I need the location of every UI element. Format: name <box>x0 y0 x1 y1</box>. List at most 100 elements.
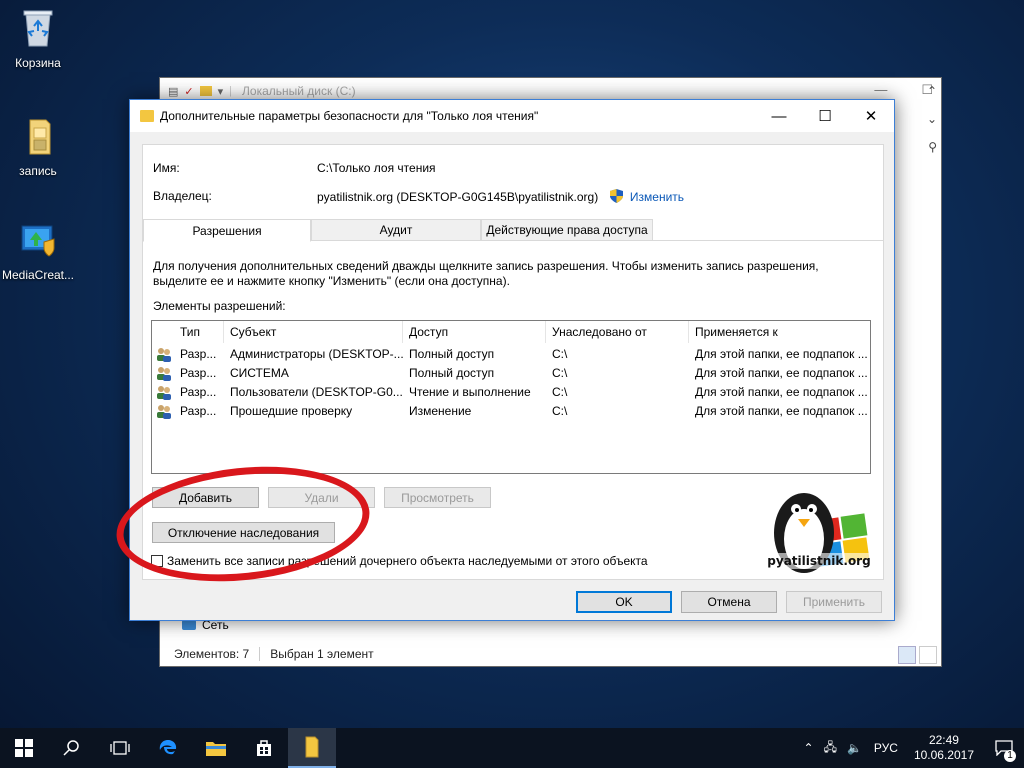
chevron-down-icon[interactable]: ⌄ <box>927 112 937 126</box>
cell-type: Разр... <box>180 347 217 361</box>
name-value: C:\Только лоя чтения <box>317 161 436 175</box>
explorer-window-controls: — ☐ <box>874 82 933 98</box>
table-row[interactable]: Разр... Пользователи (DESKTOP-G0... Чтение… <box>152 383 870 402</box>
status-item-count: Элементов: 7 <box>174 647 250 661</box>
network-icon <box>182 620 196 630</box>
taskbar-file-explorer[interactable] <box>192 728 240 768</box>
desktop-icon-zapis[interactable]: запись <box>0 114 76 178</box>
desktop-icon-recycle-bin[interactable]: Корзина <box>0 6 76 70</box>
tab-permissions[interactable]: Разрешения <box>143 219 311 242</box>
maximize-button[interactable]: ☐ <box>802 100 848 132</box>
owner-value-wrap: pyatilistnik.org (DESKTOP-G0G145B\pyatil… <box>317 189 684 204</box>
volume-icon[interactable]: 🔈 <box>847 741 862 755</box>
users-group-icon <box>156 385 172 400</box>
explorer-title: Локальный диск (C:) <box>242 84 356 98</box>
cell-subject: Администраторы (DESKTOP-... <box>230 347 403 361</box>
table-row[interactable]: Разр... Администраторы (DESKTOP-... Полный… <box>152 345 870 364</box>
cell-inherited-from: C:\ <box>552 347 568 361</box>
cell-type: Разр... <box>180 366 217 380</box>
users-group-icon <box>156 347 172 362</box>
cell-access: Полный доступ <box>409 347 495 361</box>
ok-button[interactable]: OK <box>576 591 672 613</box>
table-row[interactable]: Разр... СИСТЕМА Полный доступ C:\ Для этой п… <box>152 364 870 383</box>
checkmark-icon[interactable]: ✓ <box>184 85 193 98</box>
start-button[interactable] <box>0 728 48 768</box>
search-icon[interactable]: ⚲ <box>928 140 937 154</box>
view-button[interactable]: Просмотреть <box>384 487 491 508</box>
tab-strip: Разрешения Аудит Действующие права досту… <box>143 219 883 242</box>
details-view-icon[interactable] <box>898 646 916 664</box>
folder-icon <box>16 114 60 158</box>
owner-value: pyatilistnik.org (DESKTOP-G0G145B\pyatil… <box>317 190 599 204</box>
cell-applies-to: Для этой папки, ее подпапок ... <box>695 347 868 361</box>
taskbar-edge[interactable] <box>144 728 192 768</box>
clock[interactable]: 22:49 10.06.2017 <box>914 733 974 763</box>
owner-change-link[interactable]: Изменить <box>630 190 684 204</box>
chevron-down-icon[interactable]: ▾ <box>218 85 224 98</box>
cell-inherited-from: C:\ <box>552 366 568 380</box>
language-indicator[interactable]: РУС <box>874 741 898 755</box>
desktop-icon-label: запись <box>19 164 57 178</box>
cell-access: Изменение <box>409 404 472 418</box>
permission-entries-label: Элементы разрешений: <box>153 299 286 313</box>
chevron-up-icon[interactable]: ⌃ <box>804 741 814 755</box>
logo-text: pyatilistnik.org <box>767 554 871 568</box>
apply-button[interactable]: Применить <box>786 591 882 613</box>
store-icon <box>257 740 271 756</box>
taskbar-active-folder[interactable] <box>288 728 336 768</box>
new-folder-icon[interactable] <box>199 86 212 96</box>
quick-access-toolbar: ▤ ✓ ▾ | <box>168 85 233 98</box>
notification-count-badge: 1 <box>1004 750 1016 762</box>
clock-date: 10.06.2017 <box>913 748 974 762</box>
users-group-icon <box>156 366 172 381</box>
clock-time: 22:49 <box>928 733 959 747</box>
cell-inherited-from: C:\ <box>552 385 568 399</box>
search-button[interactable] <box>48 728 96 768</box>
system-tray: ⌃ 🖧 🔈 РУС 22:49 10.06.2017 1 <box>798 728 1024 768</box>
cell-type: Разр... <box>180 404 217 418</box>
desktop-icon-label: Корзина <box>15 56 61 70</box>
cell-type: Разр... <box>180 385 217 399</box>
column-header-applies-to[interactable]: Применяется к <box>689 321 870 343</box>
permission-entries-table[interactable]: Тип Субъект Доступ Унаследовано от Приме… <box>151 320 871 474</box>
taskbar: ⌃ 🖧 🔈 РУС 22:49 10.06.2017 1 <box>0 728 1024 768</box>
pyatilistnik-logo: pyatilistnik.org <box>766 475 872 585</box>
media-creation-tool-icon <box>16 218 60 262</box>
recycle-bin-icon <box>16 6 60 50</box>
cancel-button[interactable]: Отмена <box>681 591 777 613</box>
table-row[interactable]: Разр... Прошедшие проверку Изменение C:\ Для… <box>152 402 870 421</box>
column-header-type[interactable]: Тип <box>174 321 224 343</box>
cell-subject: Пользователи (DESKTOP-G0... <box>230 385 403 399</box>
edge-icon <box>159 740 177 755</box>
uac-shield-icon <box>609 189 623 203</box>
column-header-subject[interactable]: Субъект <box>224 321 403 343</box>
close-button[interactable]: ✕ <box>848 100 894 132</box>
taskbar-store[interactable] <box>240 728 288 768</box>
large-icons-view-icon[interactable] <box>919 646 937 664</box>
cell-subject: СИСТЕМА <box>230 366 289 380</box>
info-text: Для получения дополнительных сведений дв… <box>153 259 819 288</box>
task-view-button[interactable] <box>96 728 144 768</box>
column-header-inherited-from[interactable]: Унаследовано от <box>546 321 689 343</box>
properties-icon[interactable]: ▤ <box>168 85 178 98</box>
explorer-statusbar: Элементов: 7 Выбран 1 элемент <box>160 642 941 666</box>
cell-applies-to: Для этой папки, ее подпапок ... <box>695 366 868 380</box>
cell-subject: Прошедшие проверку <box>230 404 353 418</box>
desktop-icon-media-creation-tool[interactable]: MediaCreat... <box>0 218 76 282</box>
tab-audit[interactable]: Аудит <box>311 219 481 241</box>
dialog-window-controls: — ☐ ✕ <box>756 100 894 132</box>
help-chevron-icon[interactable]: ⌃ <box>927 84 937 98</box>
name-label: Имя: <box>153 161 180 175</box>
minimize-icon[interactable]: — <box>874 82 887 98</box>
users-group-icon <box>156 404 172 419</box>
minimize-button[interactable]: — <box>756 100 802 132</box>
desktop-icon-label: MediaCreat... <box>1 268 75 282</box>
windows-logo-icon <box>15 739 33 757</box>
task-view-icon <box>110 741 130 755</box>
action-center-button[interactable]: 1 <box>984 728 1024 768</box>
network-icon[interactable]: 🖧 <box>824 738 837 759</box>
tab-effective-access[interactable]: Действующие права доступа <box>481 219 653 241</box>
column-header-access[interactable]: Доступ <box>403 321 546 343</box>
owner-label: Владелец: <box>153 189 212 203</box>
cell-access: Чтение и выполнение <box>409 385 531 399</box>
